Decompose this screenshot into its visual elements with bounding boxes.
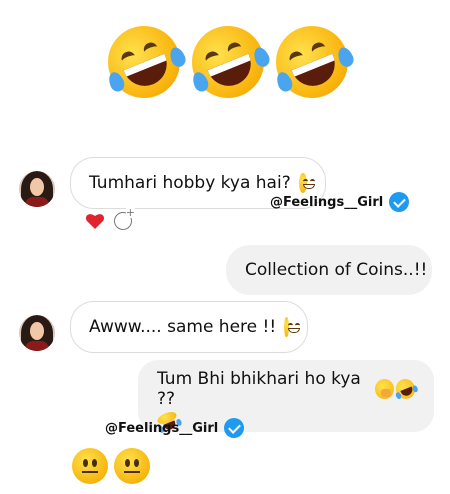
verified-badge-icon — [224, 418, 245, 438]
face-with-hand-over-mouth-icon — [375, 379, 395, 399]
rolling-on-the-floor-laughing-icon — [181, 15, 275, 109]
top-emoji-row — [97, 15, 359, 110]
rolling-on-the-floor-laughing-icon — [393, 376, 419, 402]
rolling-on-the-floor-laughing-icon — [265, 15, 359, 109]
message-text: Awww.... same here !! — [89, 317, 277, 337]
message-bubble-incoming[interactable]: Awww.... same here !! — [70, 301, 308, 353]
watermark-handle: @Feelings__Girl — [270, 194, 384, 210]
message-line: Tum Bhi bhikhari ho kya ?? — [157, 369, 419, 409]
message-text: Collection of Coins..!! — [245, 260, 428, 280]
grinning-face-icon — [284, 317, 301, 337]
neutral-face-icon — [114, 448, 150, 484]
message-text: Tum Bhi bhikhari ho kya ?? — [157, 369, 361, 409]
watermark: @Feelings__Girl — [105, 418, 245, 438]
watermark-handle: @Feelings__Girl — [105, 420, 219, 436]
verified-badge-icon — [389, 192, 410, 212]
watermark: @Feelings__Girl — [270, 192, 410, 212]
grinning-face-icon — [298, 173, 315, 193]
message-bubble-outgoing[interactable]: Collection of Coins..!! — [226, 245, 432, 295]
add-reaction-icon[interactable] — [114, 207, 135, 230]
sender-avatar[interactable] — [19, 315, 55, 351]
rolling-on-the-floor-laughing-icon — [97, 15, 191, 109]
neutral-face-icon — [72, 448, 108, 484]
red-heart-icon[interactable] — [85, 211, 105, 231]
message-text: Tumhari hobby kya hai? — [89, 173, 291, 193]
sender-avatar[interactable] — [19, 171, 55, 207]
